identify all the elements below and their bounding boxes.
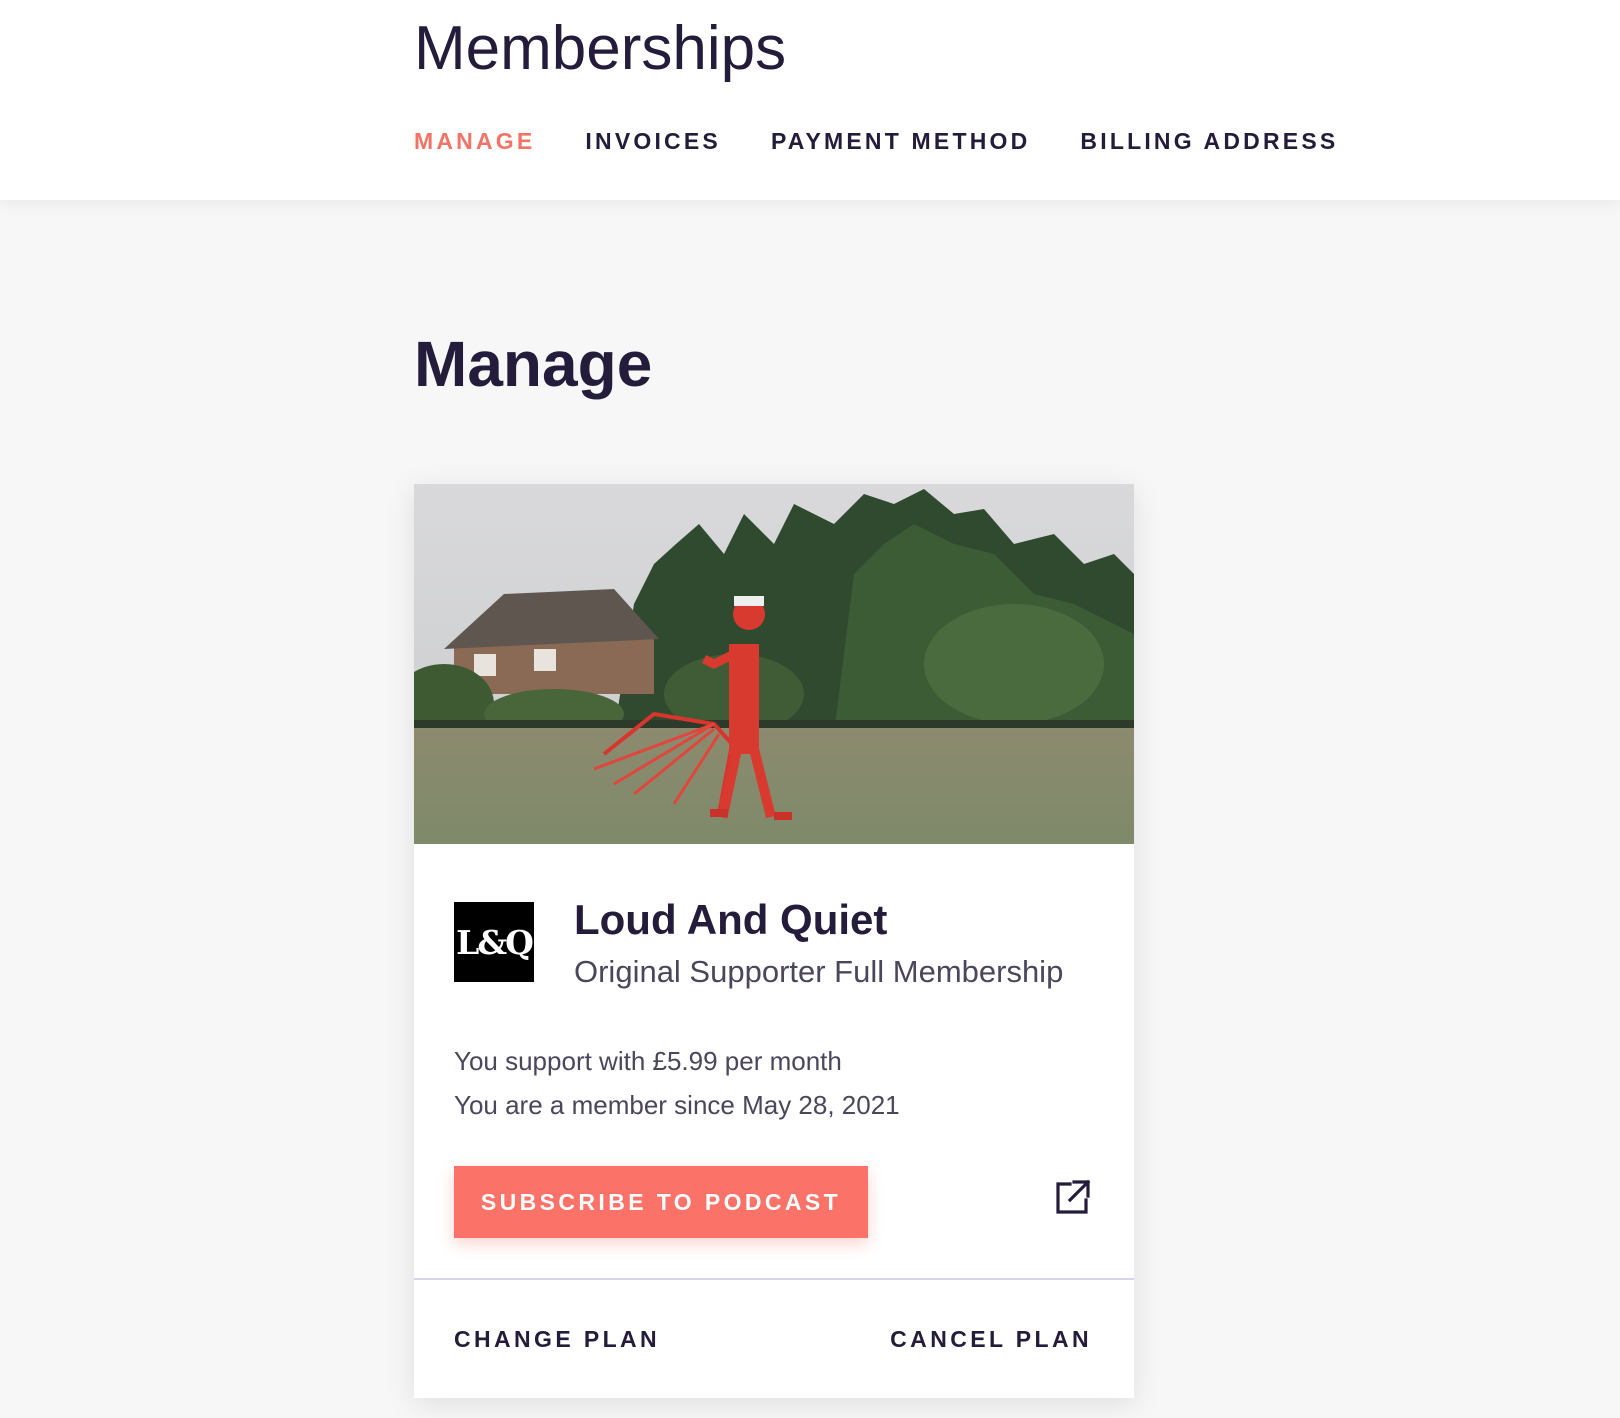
cancel-plan-link[interactable]: CANCEL PLAN <box>890 1324 1092 1354</box>
card-divider <box>414 1278 1134 1280</box>
page-title: Memberships <box>414 14 787 83</box>
tab-manage[interactable]: MANAGE <box>414 126 535 156</box>
tab-billing-address[interactable]: BILLING ADDRESS <box>1080 126 1338 156</box>
external-link-icon[interactable] <box>1052 1178 1092 1218</box>
change-plan-link[interactable]: CHANGE PLAN <box>454 1324 660 1354</box>
tab-invoices[interactable]: INVOICES <box>585 126 721 156</box>
publisher-logo: L&Q <box>454 902 534 982</box>
membership-card: L&Q Loud And Quiet Original Supporter Fu… <box>414 484 1134 1398</box>
tab-payment-method[interactable]: PAYMENT METHOD <box>771 126 1030 156</box>
member-since-text: You are a member since May 28, 2021 <box>454 1090 900 1120</box>
publisher-name: Loud And Quiet <box>574 896 888 943</box>
support-amount-text: You support with £5.99 per month <box>454 1046 842 1076</box>
section-title: Manage <box>414 328 653 400</box>
top-header: Memberships MANAGE INVOICES PAYMENT METH… <box>0 0 1620 200</box>
tab-bar: MANAGE INVOICES PAYMENT METHOD BILLING A… <box>414 126 1388 156</box>
membership-cover-image <box>414 484 1134 844</box>
membership-plan-name: Original Supporter Full Membership <box>574 954 1064 989</box>
subscribe-to-podcast-button[interactable]: SUBSCRIBE TO PODCAST <box>454 1166 868 1238</box>
